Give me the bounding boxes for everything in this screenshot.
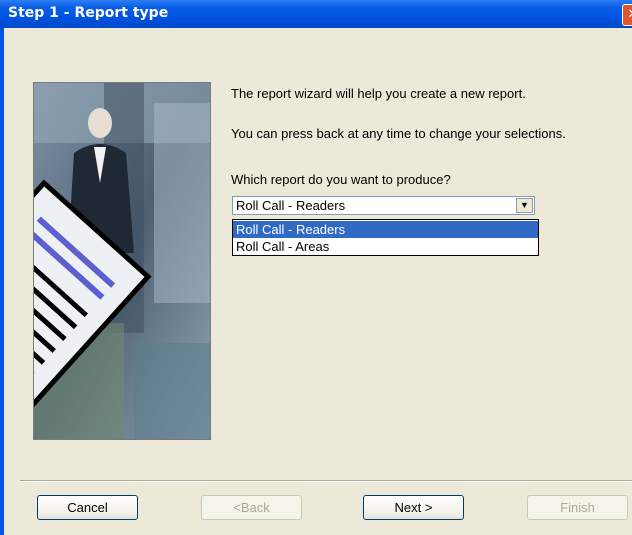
next-button[interactable]: Next > (363, 495, 464, 520)
title-bar[interactable]: Step 1 - Report type ✕ (0, 0, 632, 28)
report-type-selected-value: Roll Call - Readers (236, 198, 346, 213)
window-border (0, 28, 4, 535)
close-button[interactable]: ✕ (622, 4, 632, 26)
button-divider (20, 480, 632, 482)
chevron-down-icon: ▼ (520, 200, 529, 210)
finish-button[interactable]: Finish (527, 495, 628, 520)
report-question-label: Which report do you want to produce? (231, 172, 451, 187)
dropdown-button[interactable]: ▼ (516, 198, 533, 213)
option-roll-call-readers[interactable]: Roll Call - Readers (233, 221, 538, 238)
intro-line-1: The report wizard will help you create a… (231, 86, 526, 101)
close-icon: ✕ (628, 7, 632, 22)
window-title: Step 1 - Report type (8, 5, 169, 21)
report-type-combobox[interactable]: Roll Call - Readers ▼ (232, 196, 535, 215)
report-type-dropdown-list: Roll Call - Readers Roll Call - Areas (232, 219, 539, 256)
back-button[interactable]: <Back (201, 495, 302, 520)
wizard-side-image (33, 82, 211, 440)
wizard-illustration (34, 83, 210, 439)
option-roll-call-areas[interactable]: Roll Call - Areas (233, 238, 538, 255)
intro-line-2: You can press back at any time to change… (231, 126, 566, 141)
cancel-button[interactable]: Cancel (37, 495, 138, 520)
